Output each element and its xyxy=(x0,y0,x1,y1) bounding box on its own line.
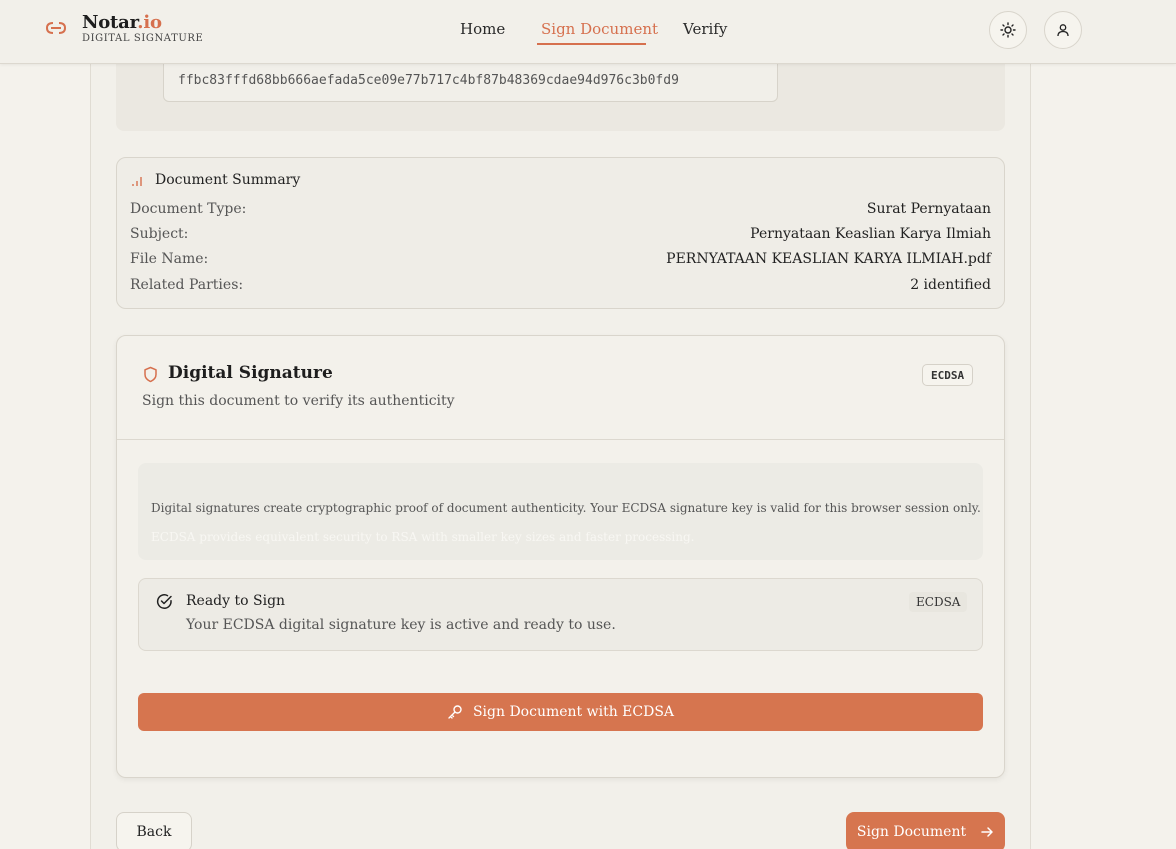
summary-label-file-name: File Name: xyxy=(130,251,209,267)
summary-value-document-type: Surat Pernyataan xyxy=(866,201,991,217)
brand[interactable]: Notar.io DIGITAL SIGNATURE xyxy=(82,12,203,44)
ready-algorithm-badge: ECDSA xyxy=(909,592,968,612)
notar-logo-icon[interactable] xyxy=(44,18,68,38)
sign-with-ecdsa-label: Sign Document with ECDSA xyxy=(472,704,675,720)
algorithm-badge: ECDSA xyxy=(922,364,974,386)
summary-value-related-parties: 2 identified xyxy=(910,277,991,293)
bar-chart-icon xyxy=(132,177,142,186)
check-circle-icon xyxy=(156,594,172,609)
ready-title: Ready to Sign xyxy=(186,593,286,609)
theme-toggle-button[interactable] xyxy=(989,11,1027,49)
sign-document-label: Sign Document xyxy=(856,824,967,840)
ready-description: Your ECDSA digital signature key is acti… xyxy=(186,617,616,633)
sign-document-button[interactable]: Sign Document xyxy=(846,812,1005,849)
back-button[interactable]: Back xyxy=(116,812,192,849)
top-header: Notar.io DIGITAL SIGNATURE Home Sign Doc… xyxy=(0,0,1176,64)
user-icon xyxy=(1057,24,1069,37)
signature-info-text: Digital signatures create cryptographic … xyxy=(151,501,981,515)
brand-suffix: .io xyxy=(137,12,162,33)
sun-icon xyxy=(1000,22,1016,38)
active-nav-indicator xyxy=(537,43,646,45)
brand-name: Notar.io xyxy=(82,12,162,33)
summary-label-subject: Subject: xyxy=(130,226,189,242)
summary-label-document-type: Document Type: xyxy=(130,201,247,217)
sign-with-ecdsa-button[interactable]: Sign Document with ECDSA xyxy=(138,693,983,731)
key-icon xyxy=(448,705,462,719)
signature-title: Digital Signature xyxy=(168,363,333,383)
signature-subtitle: Sign this document to verify its authent… xyxy=(142,393,455,409)
shield-icon xyxy=(144,366,157,383)
user-menu-button[interactable] xyxy=(1044,11,1082,49)
summary-title: Document Summary xyxy=(155,172,301,188)
divider xyxy=(117,439,1004,440)
summary-label-related-parties: Related Parties: xyxy=(130,277,244,293)
summary-value-file-name: PERNYATAAN KEASLIAN KARYA ILMIAH.pdf xyxy=(666,251,991,267)
summary-value-subject: Pernyataan Keaslian Karya Ilmiah xyxy=(750,226,991,242)
arrow-right-icon xyxy=(981,827,993,837)
brand-subtitle: DIGITAL SIGNATURE xyxy=(82,33,204,44)
document-hash[interactable]: ffbc83fffd68bb666aefada5ce09e77b717c4bf8… xyxy=(163,58,778,102)
signature-info-note: ECDSA provides equivalent security to RS… xyxy=(151,530,695,544)
nav-home[interactable]: Home xyxy=(460,20,505,38)
ready-status-box xyxy=(138,578,983,651)
nav-verify[interactable]: Verify xyxy=(683,20,727,38)
nav-sign-document[interactable]: Sign Document xyxy=(541,20,658,38)
